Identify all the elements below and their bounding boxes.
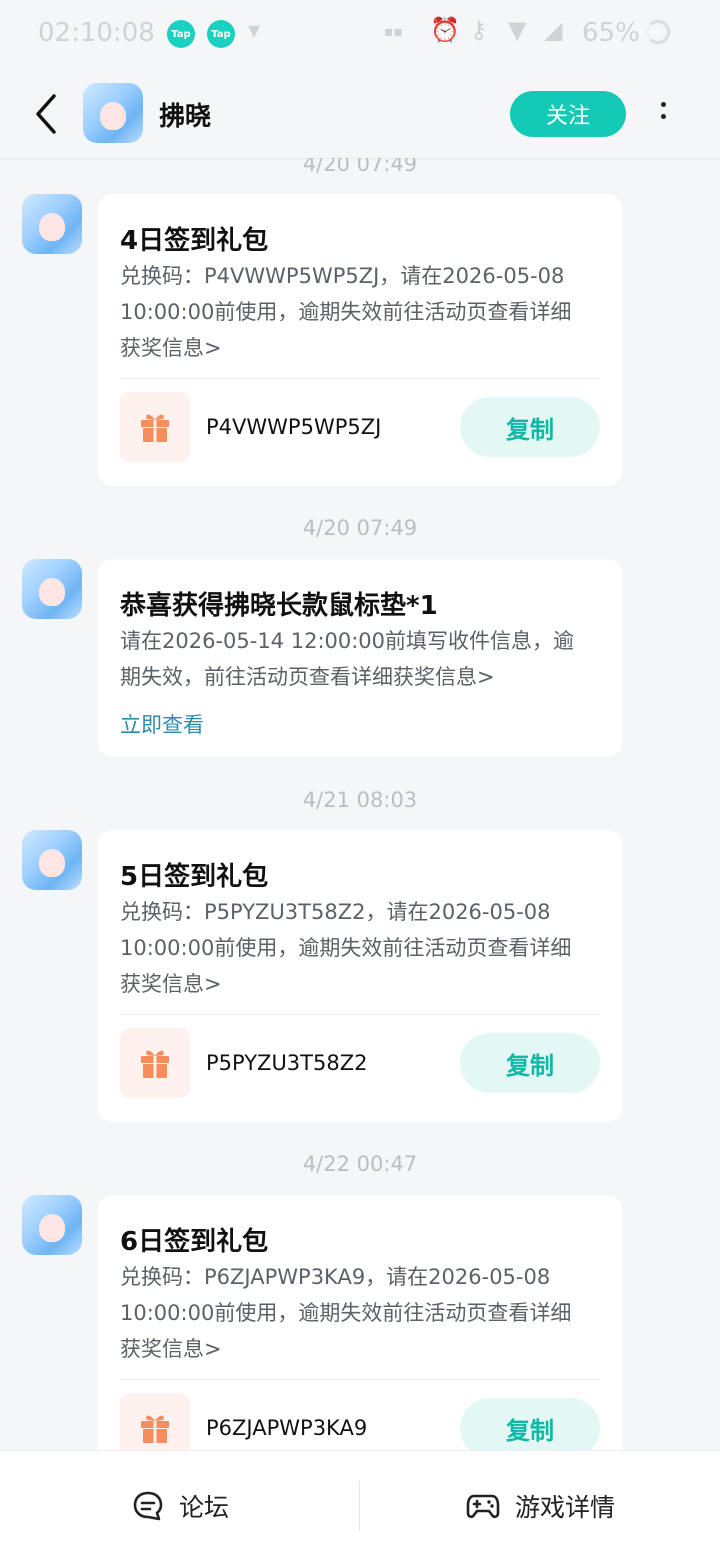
follow-button[interactable]: 关注: [510, 91, 626, 137]
desc-line: 兑换码：P5PYZU3T58Z2，请在2026-05-08: [120, 900, 551, 924]
key-icon: ⚷: [470, 16, 488, 44]
page-title: 拂晓: [159, 102, 212, 132]
redeem-code: P4VWWP5WP5ZJ: [206, 415, 382, 439]
gift-icon: [141, 414, 169, 442]
message-description[interactable]: 兑换码：P5PYZU3T58Z2，请在2026-05-08 10:00:00前使…: [120, 894, 600, 1002]
gift-message-card: 6日签到礼包 兑换码：P6ZJAPWP3KA9，请在2026-05-08 10:…: [98, 1195, 622, 1450]
message-description[interactable]: 请在2026-05-14 12:00:00前填写收件信息，逾 期失效，前往活动页…: [120, 623, 600, 695]
more-dot: [660, 102, 666, 107]
sender-avatar[interactable]: [22, 830, 82, 890]
desc-line: 期失效，前往活动页查看详细获奖信息>: [120, 665, 495, 689]
desc-line: 兑换码：P6ZJAPWP3KA9，请在2026-05-08: [120, 1265, 551, 1289]
more-dot: [660, 114, 666, 119]
message-title: 4日签到礼包: [120, 226, 269, 256]
desc-line: 请在2026-05-14 12:00:00前填写收件信息，逾: [120, 629, 575, 653]
message-feed[interactable]: 4/20 07:49 4日签到礼包 兑换码：P4VWWP5WP5ZJ，请在202…: [0, 158, 720, 1450]
data-speed-icon: ▪▪: [384, 24, 403, 40]
wifi-icon: ▼: [508, 16, 527, 44]
forum-icon: [133, 1491, 163, 1521]
message-description[interactable]: 兑换码：P4VWWP5WP5ZJ，请在2026-05-08 10:00:00前使…: [120, 258, 600, 366]
message-description[interactable]: 兑换码：P6ZJAPWP3KA9，请在2026-05-08 10:00:00前使…: [120, 1259, 600, 1367]
gamepad-icon: [466, 1494, 500, 1519]
chat-header: 拂晓 关注: [0, 70, 720, 159]
game-details-label: 游戏详情: [514, 1493, 615, 1522]
desc-line: 10:00:00前使用，逾期失效前往活动页查看详细: [120, 936, 572, 960]
back-button[interactable]: [30, 92, 64, 136]
bottom-bar: 论坛 游戏详情: [0, 1450, 720, 1561]
alarm-icon: ⏰: [430, 16, 460, 44]
desc-line: 兑换码：P4VWWP5WP5ZJ，请在2026-05-08: [120, 264, 565, 288]
sender-avatar[interactable]: [22, 559, 82, 619]
copy-button[interactable]: 复制: [460, 1398, 600, 1450]
divider: [120, 1379, 600, 1380]
forum-label: 论坛: [178, 1493, 229, 1522]
view-now-link[interactable]: 立即查看: [120, 709, 204, 739]
redeem-code: P6ZJAPWP3KA9: [206, 1416, 368, 1440]
copy-button[interactable]: 复制: [460, 397, 600, 457]
notification-icon: ▾: [248, 16, 261, 44]
gift-icon-box: [120, 1393, 190, 1450]
message-title: 6日签到礼包: [120, 1227, 269, 1257]
message-title: 5日签到礼包: [120, 862, 269, 892]
forum-tab[interactable]: 论坛: [0, 1451, 360, 1561]
desc-line: 10:00:00前使用，逾期失效前往活动页查看详细: [120, 300, 572, 324]
prize-message-card: 恭喜获得拂晓长款鼠标垫*1 请在2026-05-14 12:00:00前填写收件…: [98, 559, 622, 757]
game-avatar[interactable]: [83, 83, 143, 143]
desc-line: 获奖信息>: [120, 972, 222, 996]
message-timestamp: 4/22 00:47: [302, 1152, 418, 1176]
message-title: 恭喜获得拂晓长款鼠标垫*1: [120, 591, 438, 621]
desc-line: 获奖信息>: [120, 336, 222, 360]
battery-icon: [646, 20, 670, 44]
gift-message-card: 4日签到礼包 兑换码：P4VWWP5WP5ZJ，请在2026-05-08 10:…: [98, 194, 622, 486]
sender-avatar[interactable]: [22, 1195, 82, 1255]
gift-message-card: 5日签到礼包 兑换码：P5PYZU3T58Z2，请在2026-05-08 10:…: [98, 830, 622, 1122]
gift-icon: [141, 1415, 169, 1443]
gift-icon-box: [120, 1028, 190, 1098]
redeem-code: P5PYZU3T58Z2: [206, 1051, 368, 1075]
tap-app-icon: Tap: [207, 20, 235, 48]
message-timestamp: 4/20 07:49: [302, 516, 418, 540]
message-timestamp: 4/21 08:03: [302, 788, 418, 812]
game-details-tab[interactable]: 游戏详情: [360, 1451, 720, 1561]
gift-icon: [141, 1050, 169, 1078]
desc-line: 10:00:00前使用，逾期失效前往活动页查看详细: [120, 1301, 572, 1325]
copy-button[interactable]: 复制: [460, 1033, 600, 1093]
chevron-left-icon: [36, 94, 56, 134]
tap-app-icon: Tap: [167, 20, 195, 48]
divider: [120, 378, 600, 379]
desc-line: 获奖信息>: [120, 1337, 222, 1361]
divider: [120, 1014, 600, 1015]
sender-avatar[interactable]: [22, 194, 82, 254]
more-options-button[interactable]: [650, 98, 676, 138]
status-time: 02:10:08: [38, 18, 155, 48]
gift-icon-box: [120, 392, 190, 462]
battery-level: 65%: [582, 18, 640, 48]
message-timestamp: 4/20 07:49: [302, 158, 418, 176]
signal-icon: ◢: [544, 16, 563, 44]
status-bar: 02:10:08 Tap Tap ▾ ▪▪ ⏰ ⚷ ▼ ◢ 65%: [0, 0, 720, 70]
